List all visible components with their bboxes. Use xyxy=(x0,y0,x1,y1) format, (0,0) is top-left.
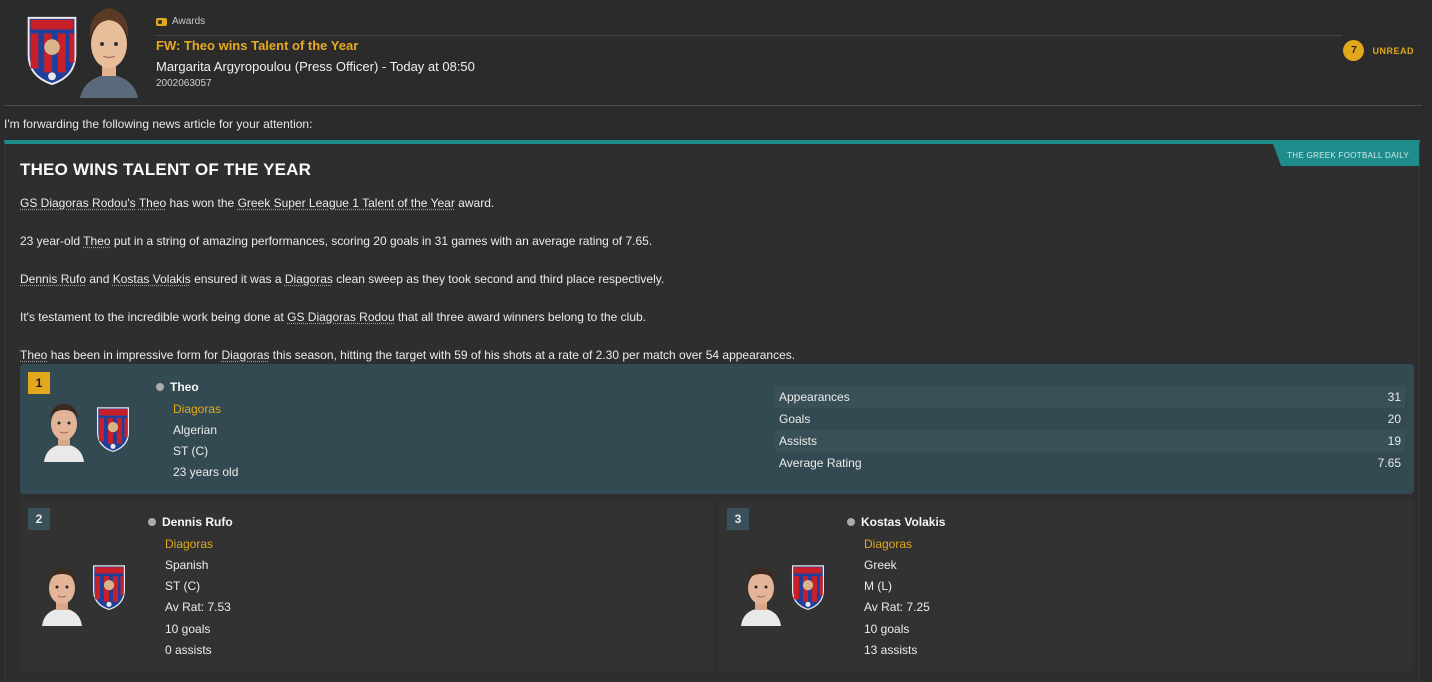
text: ensured it was a xyxy=(190,272,285,286)
club-link[interactable]: GS Diagoras Rodou's xyxy=(20,196,136,210)
stat-value: 19 xyxy=(1387,434,1401,448)
player-club[interactable]: Diagoras xyxy=(864,537,912,551)
player-nationality: Algerian xyxy=(173,423,218,437)
text: award. xyxy=(454,196,495,210)
text: and xyxy=(86,272,113,286)
club-crest-icon xyxy=(791,565,825,611)
person-icon xyxy=(156,383,164,391)
message-sender[interactable]: Margarita Argyropoulou (Press Officer) -… xyxy=(156,59,475,74)
text: It's testament to the incredible work be… xyxy=(20,310,288,324)
message-subject: FW: Theo wins Talent of the Year xyxy=(156,38,359,53)
message-id: 2002063057 xyxy=(156,78,212,89)
player-name[interactable]: Dennis Rufo xyxy=(148,515,233,529)
stat-row: Appearances 31 xyxy=(775,386,1405,408)
player-rating: Av Rat: 7.25 xyxy=(864,600,930,614)
winner-card-first: 1 Theo Diagoras Algerian ST (C) 23 years… xyxy=(20,364,1414,494)
player-face-image xyxy=(737,560,785,626)
player-name[interactable]: Theo xyxy=(156,380,199,394)
stat-row: Assists 19 xyxy=(775,430,1405,452)
text: clean sweep as they took second and thir… xyxy=(332,272,665,286)
text: that all three award winners belong to t… xyxy=(394,310,646,324)
player-nationality: Spanish xyxy=(165,558,209,572)
player-goals: 10 goals xyxy=(165,622,211,636)
winner-card-third: 3 Kostas Volakis Diagoras Greek M (L) Av… xyxy=(719,500,1413,672)
rank-badge: 3 xyxy=(727,508,749,530)
message-header: Awards FW: Theo wins Talent of the Year … xyxy=(0,0,1432,106)
text: 23 year-old xyxy=(20,234,84,248)
player-position: ST (C) xyxy=(173,444,209,458)
news-article: THE GREEK FOOTBALL DAILY THEO WINS TALEN… xyxy=(4,140,1420,682)
player-link[interactable]: Theo xyxy=(139,196,166,210)
player-link[interactable]: Dennis Rufo xyxy=(20,272,86,286)
rank-badge: 1 xyxy=(28,372,50,394)
text: has won the xyxy=(166,196,238,210)
divider xyxy=(4,105,1422,106)
player-name-text: Kostas Volakis xyxy=(861,515,946,529)
club-crest-icon xyxy=(96,407,130,453)
player-name-text: Dennis Rufo xyxy=(162,515,233,529)
player-name[interactable]: Kostas Volakis xyxy=(847,515,945,529)
article-paragraph: Theo has been in impressive form for Dia… xyxy=(20,348,795,362)
player-age: 23 years old xyxy=(173,465,239,479)
article-paragraph: 23 year-old Theo put in a string of amaz… xyxy=(20,234,652,248)
winner-card-second: 2 Dennis Rufo Diagoras Spanish ST (C) Av… xyxy=(20,500,714,672)
player-position: M (L) xyxy=(864,579,892,593)
stat-row: Goals 20 xyxy=(775,408,1405,430)
player-rating: Av Rat: 7.53 xyxy=(165,600,231,614)
unread-status[interactable]: 7 UNREAD xyxy=(1343,40,1414,61)
text: put in a string of amazing performances,… xyxy=(110,234,653,248)
player-assists: 13 assists xyxy=(864,643,918,657)
club-crest-icon xyxy=(27,16,77,86)
news-source-tag: THE GREEK FOOTBALL DAILY xyxy=(1273,144,1419,166)
category-label: Awards xyxy=(156,16,205,27)
player-assists: 0 assists xyxy=(165,643,212,657)
stat-label: Average Rating xyxy=(779,456,862,470)
player-link[interactable]: Kostas Volakis xyxy=(113,272,191,286)
player-stats-table: Appearances 31 Goals 20 Assists 19 Average … xyxy=(775,386,1405,474)
player-link[interactable]: Theo xyxy=(83,234,110,248)
player-goals: 10 goals xyxy=(864,622,910,636)
player-position: ST (C) xyxy=(165,579,201,593)
article-paragraph: GS Diagoras Rodou's Theo has won the Gre… xyxy=(20,196,494,210)
player-club[interactable]: Diagoras xyxy=(165,537,213,551)
stat-label: Appearances xyxy=(779,390,850,404)
article-headline: THEO WINS TALENT OF THE YEAR xyxy=(20,160,312,179)
divider xyxy=(156,35,1342,36)
player-face-image xyxy=(38,560,86,626)
intro-text: I'm forwarding the following news articl… xyxy=(4,117,313,131)
stat-value: 20 xyxy=(1387,412,1401,426)
article-paragraph: It's testament to the incredible work be… xyxy=(20,310,646,324)
player-link[interactable]: Theo xyxy=(20,348,47,362)
article-paragraph: Dennis Rufo and Kostas Volakis ensured i… xyxy=(20,272,664,286)
player-name-text: Theo xyxy=(170,380,199,394)
stat-row: Average Rating 7.65 xyxy=(775,452,1405,474)
club-link[interactable]: GS Diagoras Rodou xyxy=(287,310,394,324)
text: this season, hitting the target with 59 … xyxy=(269,348,796,362)
unread-label: UNREAD xyxy=(1372,45,1414,56)
player-face-image xyxy=(40,396,88,462)
player-club[interactable]: Diagoras xyxy=(173,402,221,416)
club-crest-icon xyxy=(92,565,126,611)
player-nationality: Greek xyxy=(864,558,897,572)
text: has been in impressive form for xyxy=(47,348,222,362)
person-icon xyxy=(148,518,156,526)
award-link[interactable]: Greek Super League 1 Talent of the Year xyxy=(238,196,455,210)
stat-value: 7.65 xyxy=(1377,456,1401,470)
sender-avatar xyxy=(80,8,138,98)
awards-icon xyxy=(156,17,167,26)
stat-value: 31 xyxy=(1387,390,1401,404)
rank-badge: 2 xyxy=(28,508,50,530)
person-icon xyxy=(847,518,855,526)
stat-label: Goals xyxy=(779,412,811,426)
club-link[interactable]: Diagoras xyxy=(221,348,269,362)
stat-label: Assists xyxy=(779,434,818,448)
unread-count-badge: 7 xyxy=(1343,40,1365,61)
club-link[interactable]: Diagoras xyxy=(285,272,333,286)
category-text: Awards xyxy=(172,16,206,27)
